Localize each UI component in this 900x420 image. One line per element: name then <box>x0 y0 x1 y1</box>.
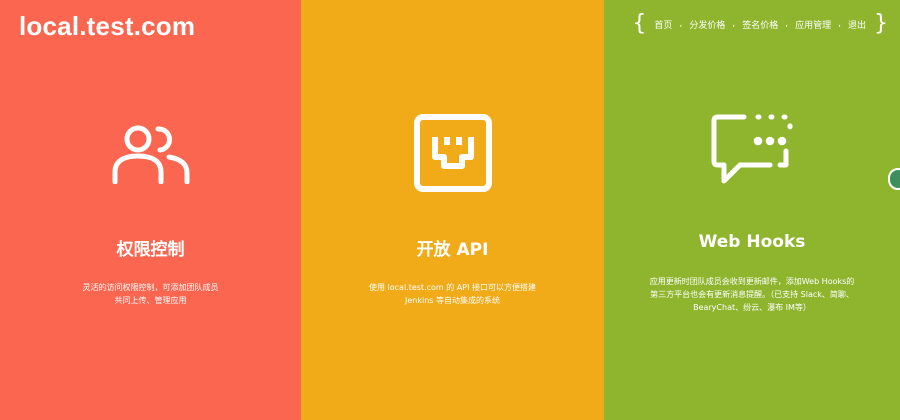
nav-signing-price-link[interactable]: 签名价格 <box>738 18 782 31</box>
feature-panel-permissions: local.test.com 权限控制 灵活的访问权限控制，可添加团队成员 共同… <box>0 0 301 420</box>
feature-panels: local.test.com 权限控制 灵活的访问权限控制，可添加团队成员 共同… <box>0 0 900 420</box>
feature-panel-api: 开放 API 使用 local.test.com 的 API 接口可以方便搭建 … <box>301 0 604 420</box>
nav-separator: , <box>785 19 789 29</box>
nav-brace-open: { <box>632 11 647 36</box>
nav-brace-close: } <box>874 11 888 36</box>
description-line: 共同上传、管理应用 <box>114 296 187 305</box>
nav-separator: , <box>732 19 736 29</box>
nav-separator: , <box>679 19 683 29</box>
nav-logout-link[interactable]: 退出 <box>844 18 870 31</box>
top-nav: { 首页 , 分发价格 , 签名价格 , 应用管理 , 退出 } <box>632 13 888 35</box>
nav-separator: , <box>838 19 841 29</box>
feature-description: 应用更新时团队成员会收到更新邮件，添加Web Hooks的 第三方平台也会有更新… <box>618 275 886 314</box>
feature-description: 使用 local.test.com 的 API 接口可以方便搭建 Jenkins… <box>333 281 573 307</box>
nav-distribution-price-link[interactable]: 分发价格 <box>685 18 729 31</box>
chat-bubble-icon <box>710 113 794 185</box>
feature-description: 灵活的访问权限控制，可添加团队成员 共同上传、管理应用 <box>36 281 266 307</box>
description-line: BearyChat、纷云、瀑布 IM等） <box>693 303 811 312</box>
description-line: 使用 local.test.com 的 API 接口可以方便搭建 <box>368 283 536 292</box>
users-icon <box>111 122 191 184</box>
feature-title: 开放 API <box>416 240 489 260</box>
description-line: 灵活的访问权限控制，可添加团队成员 <box>82 283 219 292</box>
side-float-button[interactable] <box>888 168 900 190</box>
ethernet-port-icon <box>413 113 493 193</box>
description-line: Jenkins 等自动集成的系统 <box>405 296 500 305</box>
site-logo[interactable]: local.test.com <box>19 11 195 42</box>
description-line: 第三方平台也会有更新消息提醒。（已支持 Slack、简聊、 <box>650 290 854 299</box>
feature-panel-webhooks: { 首页 , 分发价格 , 签名价格 , 应用管理 , 退出 } Web Hoo… <box>604 0 900 420</box>
feature-title: 权限控制 <box>116 240 185 260</box>
nav-home-link[interactable]: 首页 <box>650 18 676 31</box>
description-line: 应用更新时团队成员会收到更新邮件，添加Web Hooks的 <box>649 277 855 286</box>
feature-title: Web Hooks <box>698 232 806 252</box>
nav-app-management-link[interactable]: 应用管理 <box>791 18 835 31</box>
